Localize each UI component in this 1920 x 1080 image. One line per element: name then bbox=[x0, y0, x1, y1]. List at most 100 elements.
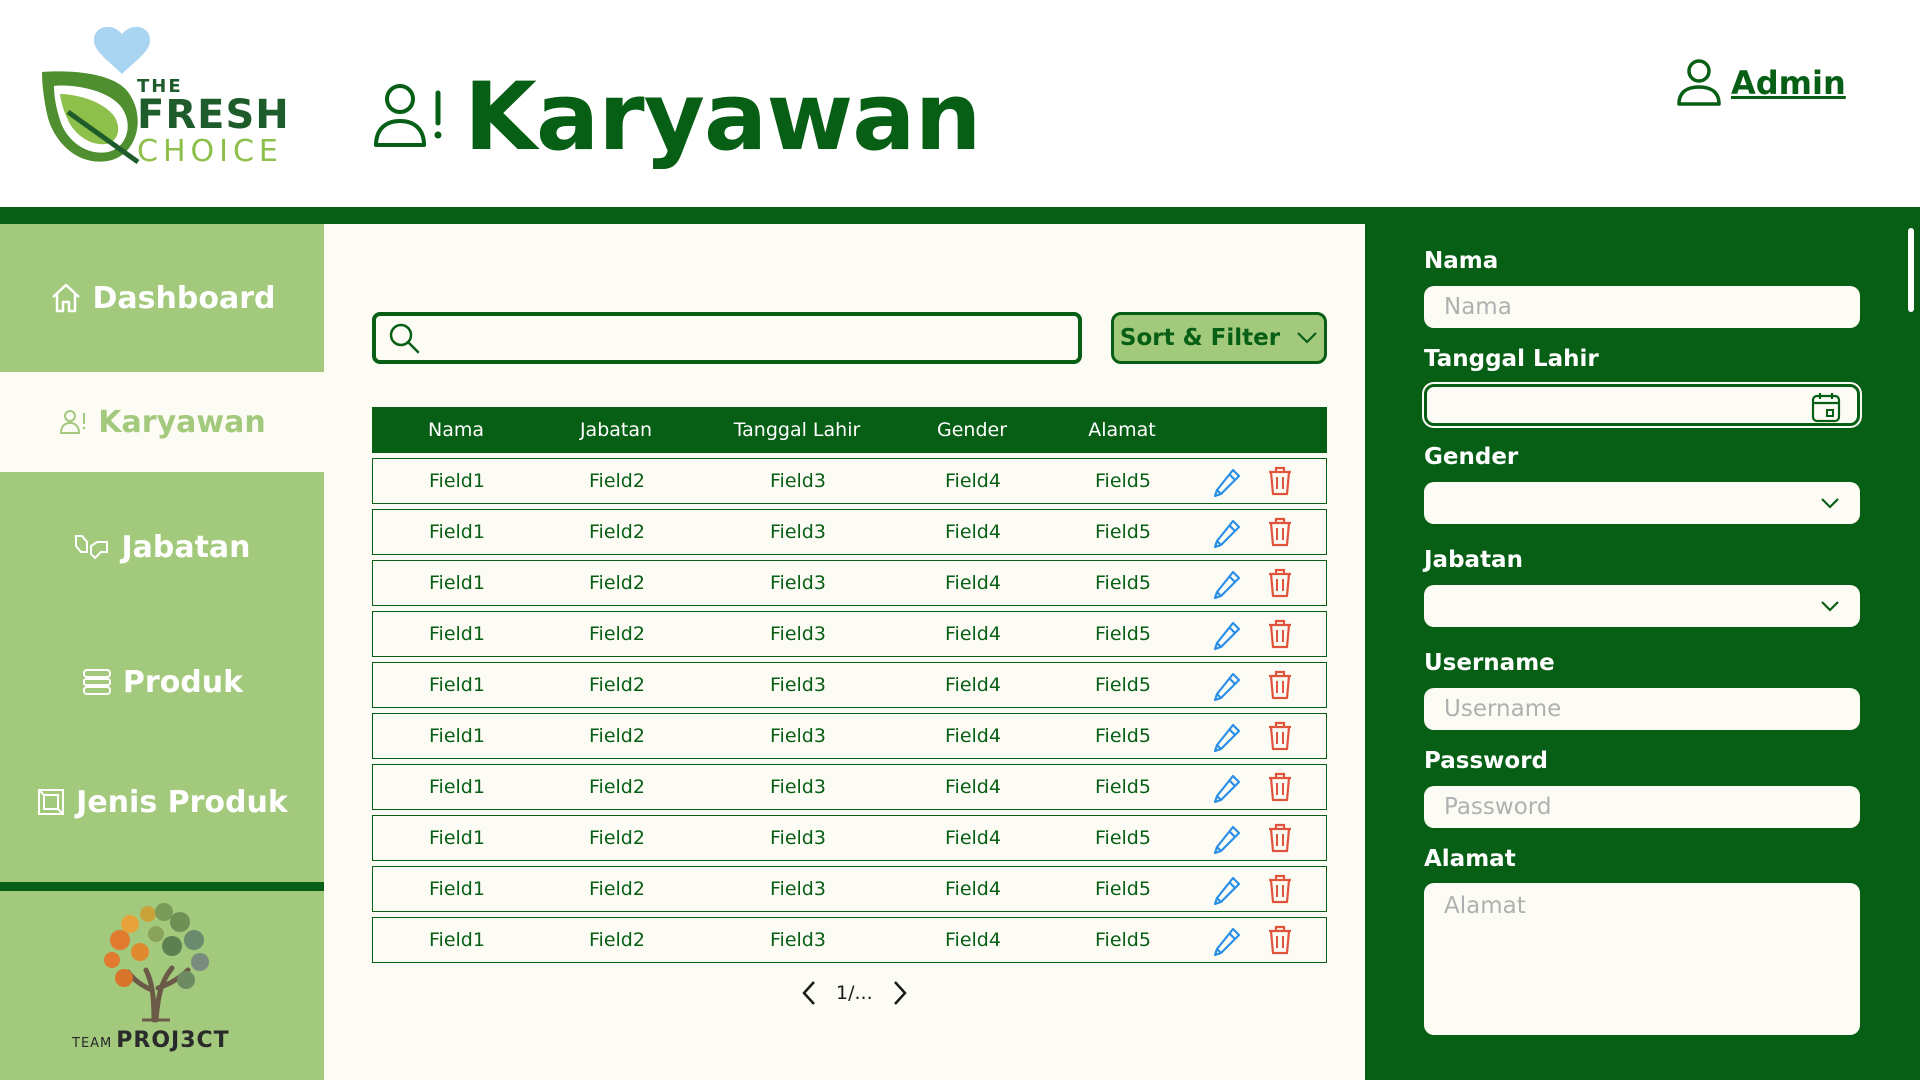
tanggal-lahir-label: Tanggal Lahir bbox=[1424, 346, 1599, 372]
sidebar-item-jenis-produk[interactable]: Jenis Produk bbox=[0, 742, 324, 862]
trash-icon[interactable] bbox=[1267, 517, 1293, 547]
pencil-icon[interactable] bbox=[1211, 517, 1243, 549]
admin-user-menu[interactable]: Admin bbox=[1675, 58, 1846, 108]
table-row[interactable]: Field1 Field2 Field3 Field4 Field5 bbox=[372, 713, 1327, 759]
team-tree-logo bbox=[104, 903, 209, 1023]
cell-alamat: Field5 bbox=[1095, 776, 1151, 798]
table-row[interactable]: Field1 Field2 Field3 Field4 Field5 bbox=[372, 662, 1327, 708]
table-row[interactable]: Field1 Field2 Field3 Field4 Field5 bbox=[372, 560, 1327, 606]
cell-jabatan: Field2 bbox=[589, 929, 645, 951]
sidebar-item-dashboard[interactable]: Dashboard bbox=[0, 224, 324, 372]
jabatan-select[interactable] bbox=[1424, 585, 1860, 627]
nama-label: Nama bbox=[1424, 248, 1499, 274]
employee-icon bbox=[374, 84, 442, 147]
column-header-nama[interactable]: Nama bbox=[372, 407, 540, 453]
column-header-tanggal-lahir[interactable]: Tanggal Lahir bbox=[692, 407, 902, 453]
sidebar-item-label: Produk bbox=[122, 664, 244, 700]
sidebar-item-label: Jenis Produk bbox=[76, 784, 288, 820]
sidebar-item-produk[interactable]: Produk bbox=[0, 622, 324, 742]
team-label-big: PROJ3CT bbox=[116, 1028, 230, 1053]
page-title: Karyawan bbox=[464, 62, 982, 172]
cell-jabatan: Field2 bbox=[589, 776, 645, 798]
header-divider bbox=[0, 207, 1920, 224]
cell-gender: Field4 bbox=[945, 929, 1001, 951]
cell-nama: Field1 bbox=[429, 776, 485, 798]
pencil-icon[interactable] bbox=[1211, 721, 1243, 753]
alamat-field[interactable] bbox=[1424, 883, 1860, 1035]
password-label: Password bbox=[1424, 748, 1548, 774]
pagination: 1/... bbox=[800, 975, 909, 1011]
sidebar-item-karyawan[interactable]: Karyawan bbox=[0, 372, 324, 472]
sort-filter-label: Sort & Filter bbox=[1119, 325, 1281, 351]
chevron-down-icon bbox=[1821, 498, 1839, 509]
cell-alamat: Field5 bbox=[1095, 572, 1151, 594]
header: THE FRESH CHOICE Karyawan Admin bbox=[0, 0, 1920, 207]
page-title-group: Karyawan bbox=[370, 62, 982, 172]
table-row[interactable]: Field1 Field2 Field3 Field4 Field5 bbox=[372, 866, 1327, 912]
pencil-icon[interactable] bbox=[1211, 925, 1243, 957]
tanggal-lahir-field[interactable] bbox=[1424, 384, 1860, 426]
trash-icon[interactable] bbox=[1267, 670, 1293, 700]
cell-alamat: Field5 bbox=[1095, 674, 1151, 696]
cell-gender: Field4 bbox=[945, 521, 1001, 543]
logo-text-fresh: FRESH bbox=[137, 92, 290, 138]
trash-icon[interactable] bbox=[1267, 466, 1293, 496]
table-row[interactable]: Field1 Field2 Field3 Field4 Field5 bbox=[372, 509, 1327, 555]
gender-select[interactable] bbox=[1424, 482, 1860, 524]
sort-filter-button[interactable]: Sort & Filter bbox=[1111, 312, 1327, 364]
table-row[interactable]: Field1 Field2 Field3 Field4 Field5 bbox=[372, 917, 1327, 963]
cell-alamat: Field5 bbox=[1095, 929, 1151, 951]
sidebar-item-jabatan[interactable]: Jabatan bbox=[0, 472, 324, 622]
column-header-alamat[interactable]: Alamat bbox=[1042, 407, 1202, 453]
pencil-icon[interactable] bbox=[1211, 772, 1243, 804]
trash-icon[interactable] bbox=[1267, 823, 1293, 853]
table-row[interactable]: Field1 Field2 Field3 Field4 Field5 bbox=[372, 815, 1327, 861]
pencil-icon[interactable] bbox=[1211, 466, 1243, 498]
pencil-icon[interactable] bbox=[1211, 823, 1243, 855]
table-row[interactable]: Field1 Field2 Field3 Field4 Field5 bbox=[372, 458, 1327, 504]
team-label-small: TEAM bbox=[72, 1036, 113, 1051]
chevron-left-icon[interactable] bbox=[800, 980, 818, 1006]
app-root: THE FRESH CHOICE Karyawan Admin Dashboar… bbox=[0, 0, 1920, 1080]
search-icon bbox=[389, 323, 420, 354]
cell-tanggal-lahir: Field3 bbox=[770, 572, 826, 594]
username-field[interactable] bbox=[1424, 688, 1860, 730]
cell-jabatan: Field2 bbox=[589, 725, 645, 747]
alamat-label: Alamat bbox=[1424, 846, 1516, 872]
pencil-icon[interactable] bbox=[1211, 874, 1243, 906]
search-box[interactable] bbox=[372, 312, 1082, 364]
trash-icon[interactable] bbox=[1267, 925, 1293, 955]
password-field[interactable] bbox=[1424, 786, 1860, 828]
chevron-down-icon bbox=[1821, 601, 1839, 612]
search-input[interactable] bbox=[428, 318, 1078, 358]
page-indicator: 1/... bbox=[836, 982, 873, 1004]
cell-nama: Field1 bbox=[429, 929, 485, 951]
table-row[interactable]: Field1 Field2 Field3 Field4 Field5 bbox=[372, 611, 1327, 657]
cell-alamat: Field5 bbox=[1095, 725, 1151, 747]
table-row[interactable]: Field1 Field2 Field3 Field4 Field5 bbox=[372, 764, 1327, 810]
chevron-right-icon[interactable] bbox=[891, 980, 909, 1006]
admin-link[interactable]: Admin bbox=[1731, 64, 1846, 102]
stack-icon bbox=[82, 669, 111, 695]
pencil-icon[interactable] bbox=[1211, 568, 1243, 600]
trash-icon[interactable] bbox=[1267, 874, 1293, 904]
trash-icon[interactable] bbox=[1267, 619, 1293, 649]
cell-nama: Field1 bbox=[429, 521, 485, 543]
cell-gender: Field4 bbox=[945, 674, 1001, 696]
trash-icon[interactable] bbox=[1267, 568, 1293, 598]
pencil-icon[interactable] bbox=[1211, 670, 1243, 702]
column-header-jabatan[interactable]: Jabatan bbox=[540, 407, 692, 453]
column-header-gender[interactable]: Gender bbox=[902, 407, 1042, 453]
calendar-icon[interactable] bbox=[1811, 391, 1841, 423]
cell-jabatan: Field2 bbox=[589, 470, 645, 492]
trash-icon[interactable] bbox=[1267, 772, 1293, 802]
cell-tanggal-lahir: Field3 bbox=[770, 674, 826, 696]
form-scrollbar[interactable] bbox=[1908, 228, 1914, 312]
jabatan-label: Jabatan bbox=[1424, 547, 1523, 573]
trash-icon[interactable] bbox=[1267, 721, 1293, 751]
cell-alamat: Field5 bbox=[1095, 470, 1151, 492]
nama-field[interactable] bbox=[1424, 286, 1860, 328]
cell-jabatan: Field2 bbox=[589, 521, 645, 543]
cell-jabatan: Field2 bbox=[589, 623, 645, 645]
pencil-icon[interactable] bbox=[1211, 619, 1243, 651]
